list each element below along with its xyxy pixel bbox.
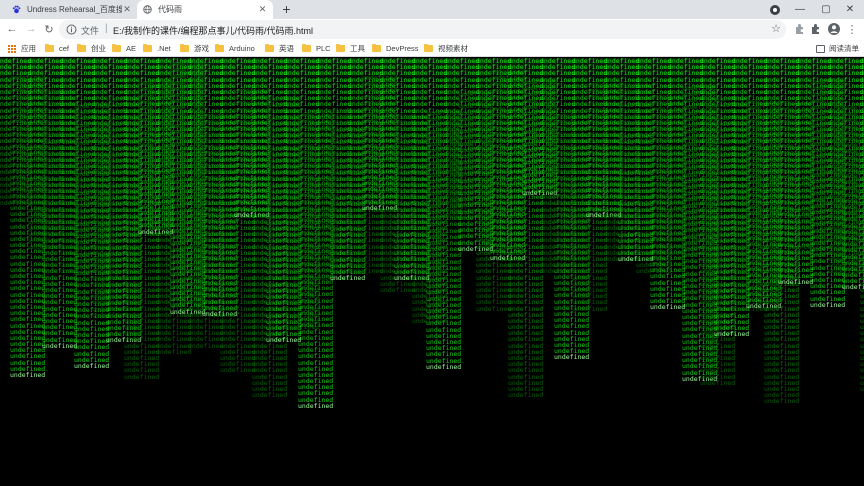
bookmark-label: 应用 bbox=[21, 44, 36, 53]
folder-icon bbox=[77, 44, 86, 52]
bookmark-folder-ae[interactable]: AE bbox=[112, 43, 136, 54]
bookmark-label: DevPress bbox=[386, 44, 419, 53]
folder-icon bbox=[180, 44, 189, 52]
more-menu-icon[interactable]: ⋮ bbox=[845, 22, 859, 36]
rain-text: undefined bbox=[74, 361, 110, 370]
bookmark-folder-cef[interactable]: cef bbox=[45, 43, 69, 54]
bookmark-folder-dotnet[interactable]: .Net bbox=[143, 43, 171, 54]
folder-icon bbox=[112, 44, 121, 52]
bookmark-folder-video[interactable]: 视频素材 bbox=[424, 43, 468, 54]
bookmark-star-icon[interactable]: ☆ bbox=[771, 22, 781, 35]
rain-text: undefined bbox=[764, 397, 800, 406]
reading-list-icon bbox=[816, 44, 825, 53]
rain-text: undefined bbox=[860, 384, 864, 393]
folder-icon bbox=[143, 44, 152, 52]
rain-text: undefined bbox=[252, 391, 288, 400]
code-rain-canvas: undefined undefined undefined undefined unde… bbox=[0, 58, 864, 486]
extensions-icon[interactable] bbox=[809, 22, 823, 36]
folder-icon bbox=[45, 44, 54, 52]
reading-list-button[interactable]: 阅读清单 bbox=[816, 43, 859, 54]
folder-icon bbox=[424, 44, 433, 52]
rain-text: undefined bbox=[572, 304, 608, 313]
bookmark-label: 游戏 bbox=[194, 44, 209, 53]
info-icon[interactable] bbox=[66, 24, 77, 35]
bookmark-label: 工具 bbox=[350, 44, 365, 53]
rain-text: undefined bbox=[714, 330, 750, 338]
bookmark-folder-plc[interactable]: PLC bbox=[302, 43, 331, 54]
reading-list-label: 阅读清单 bbox=[829, 44, 859, 53]
apps-grid-icon bbox=[8, 44, 16, 53]
bookmark-folder-arduino[interactable]: Arduino bbox=[215, 43, 255, 54]
folder-icon bbox=[336, 44, 345, 52]
close-tab-icon[interactable]: ✕ bbox=[257, 4, 268, 15]
close-tab-icon[interactable]: ✕ bbox=[122, 4, 132, 15]
close-window-button[interactable]: ✕ bbox=[836, 0, 864, 19]
bookmark-label: 英语 bbox=[279, 44, 294, 53]
scheme-label: 文件 bbox=[81, 26, 100, 36]
rain-text: undefined bbox=[554, 353, 590, 362]
folder-icon bbox=[372, 44, 381, 52]
address-bar[interactable]: 文件 | E:/我制作的课件/编程那点事儿/代码雨/代码雨.html ☆ bbox=[59, 20, 786, 39]
bookmarks-bar: 应用 cef 创业 AE .Net 游戏 Arduino 英语 PLC 工具 D… bbox=[0, 40, 864, 57]
rain-text: undefined bbox=[508, 391, 544, 400]
bookmark-folder-english[interactable]: 英语 bbox=[265, 43, 294, 54]
tab-title: 代码雨 bbox=[158, 5, 182, 14]
folder-icon bbox=[265, 44, 274, 52]
new-tab-button[interactable]: + bbox=[279, 2, 294, 17]
media-record-icon[interactable] bbox=[769, 4, 781, 16]
rain-text: undefined bbox=[700, 378, 736, 387]
bookmark-label: Arduino bbox=[229, 44, 255, 53]
rain-text: undefined bbox=[124, 372, 160, 381]
bookmark-folder-devpress[interactable]: DevPress bbox=[372, 43, 419, 54]
rain-text: undefined bbox=[10, 371, 46, 379]
tab-title: Undress Rehearsal_百度搜索 bbox=[27, 5, 123, 14]
minimize-button[interactable]: — bbox=[786, 0, 814, 19]
profile-avatar-icon[interactable] bbox=[827, 22, 841, 36]
browser-toolbar: ← → ↻ 文件 | E:/我制作的课件/编程那点事儿/代码雨/代码雨.html… bbox=[0, 19, 864, 40]
address-separator: | bbox=[105, 23, 108, 34]
globe-icon bbox=[143, 5, 152, 14]
baidu-paw-icon bbox=[12, 5, 21, 14]
bookmark-label: 视频素材 bbox=[438, 44, 468, 53]
bookmark-folder-tools[interactable]: 工具 bbox=[336, 43, 365, 54]
tab-baidu[interactable]: Undress Rehearsal_百度搜索 ✕ bbox=[6, 0, 137, 19]
url-text[interactable]: E:/我制作的课件/编程那点事儿/代码雨/代码雨.html bbox=[113, 24, 313, 37]
rain-text: undefined bbox=[426, 362, 462, 371]
bookmark-label: AE bbox=[126, 44, 137, 53]
tab-strip: Undress Rehearsal_百度搜索 ✕ 代码雨 ✕ + — ▢ ✕ bbox=[0, 0, 864, 19]
folder-icon bbox=[302, 44, 311, 52]
bookmark-label: PLC bbox=[316, 44, 331, 53]
bookmark-label: cef bbox=[59, 44, 70, 53]
back-arrow-icon[interactable]: ← bbox=[5, 22, 19, 36]
folder-icon bbox=[215, 44, 224, 52]
rain-text: undefined bbox=[810, 300, 846, 309]
bookmark-folder-games[interactable]: 游戏 bbox=[180, 43, 209, 54]
bookmark-apps[interactable]: 应用 bbox=[8, 43, 36, 54]
forward-arrow-icon[interactable]: → bbox=[24, 22, 38, 36]
tab-code-rain[interactable]: 代码雨 ✕ bbox=[137, 0, 273, 19]
reload-icon[interactable]: ↻ bbox=[42, 22, 56, 36]
bookmark-label: .Net bbox=[157, 44, 171, 53]
extension-puzzle-icon[interactable] bbox=[793, 22, 807, 36]
bookmark-label: 创业 bbox=[91, 44, 106, 53]
bookmark-folder-chuangye[interactable]: 创业 bbox=[77, 43, 106, 54]
rain-column: undefinedundefinedundefinedundefinedunde… bbox=[860, 58, 864, 395]
rain-text: undefined bbox=[298, 401, 334, 410]
